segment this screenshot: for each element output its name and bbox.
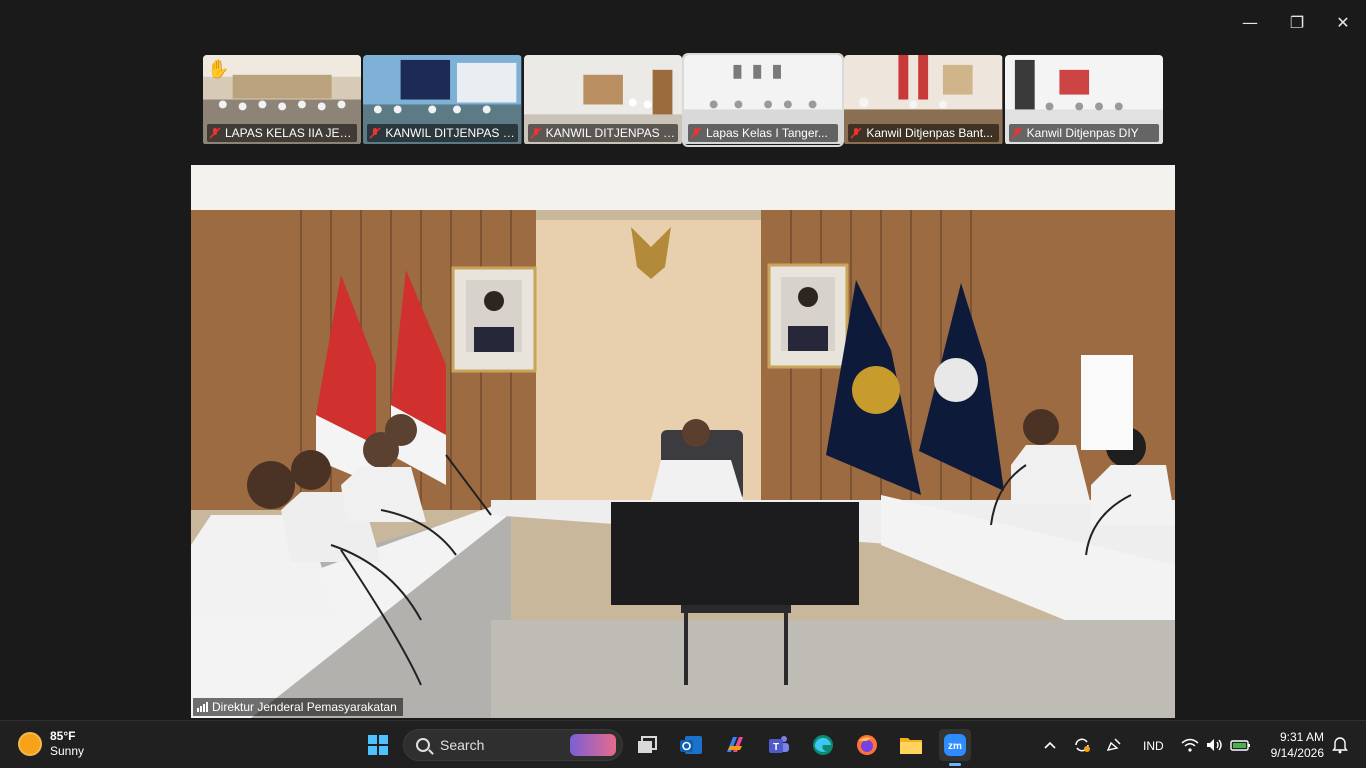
speaker-name-label: Direktur Jenderal Pemasyarakatan [193,698,403,716]
muted-mic-icon [850,127,862,139]
search-icon [416,738,430,752]
windows-start-icon[interactable] [362,729,394,761]
clock-time: 9:31 AM [1279,730,1324,744]
task-view-icon[interactable] [631,729,663,761]
restore-icon[interactable]: ❐ [1285,10,1309,34]
participant-tile[interactable]: ✋ LAPAS KELAS IIA JEM... [203,55,362,145]
svg-text:zm: zm [948,741,962,752]
zoom-meeting-window: — ❐ ✕ ✋ LAPAS KELAS IIA JEM... KANWIL DI… [0,0,1366,768]
participant-tile[interactable]: KANWIL DITJENPAS S... [363,55,522,145]
volume-icon[interactable] [1202,729,1226,761]
teams-icon[interactable]: T [763,729,795,761]
connection-signal-icon [197,702,208,712]
participant-tile[interactable]: KANWIL DITJENPAS L... [523,55,682,145]
participant-tile[interactable]: Lapas Kelas I Tanger... [681,53,845,147]
file-explorer-icon[interactable] [895,729,927,761]
speaker-name: Direktur Jenderal Pemasyarakatan [212,700,397,714]
weather-widget[interactable]: 85°F Sunny [20,729,84,759]
participant-tile[interactable]: Kanwil Ditjenpas DIY [1004,55,1163,145]
close-icon[interactable]: ✕ [1331,10,1355,34]
edge-icon[interactable] [807,729,839,761]
search-label: Search [440,737,485,753]
sunny-weather-icon [20,734,40,754]
participant-tile[interactable]: Kanwil Ditjenpas Bant... [844,55,1003,145]
raised-hand-icon: ✋ [207,59,230,79]
weather-condition: Sunny [50,744,85,758]
clock-date: 9/14/2026 [1270,746,1324,760]
participant-strip: ✋ LAPAS KELAS IIA JEM... KANWIL DITJENPA… [203,53,1163,147]
firefox-icon[interactable] [851,729,883,761]
search-highlight-icon [570,734,616,756]
muted-mic-icon [530,127,542,139]
sync-update-icon[interactable] [1070,729,1094,761]
outlook-icon[interactable] [675,729,707,761]
system-clock[interactable]: 9:31 AM 9/14/2026 [1262,729,1324,761]
svg-text:T: T [773,742,779,753]
muted-mic-icon [1011,127,1023,139]
minimize-icon[interactable]: — [1238,10,1262,34]
notification-bell-icon[interactable] [1330,729,1350,761]
participant-name: LAPAS KELAS IIA JEM... [207,124,358,142]
battery-charging-icon[interactable] [1228,729,1254,761]
windows-taskbar: 85°F Sunny Search T zm IND 9:31 AM 9/14/… [0,720,1366,768]
copilot-icon[interactable] [719,729,751,761]
meeting-room-scene [191,165,1175,718]
participant-name: Kanwil Ditjenpas Bant... [848,124,999,142]
muted-mic-icon [209,127,221,139]
pen-input-icon[interactable] [1102,729,1126,761]
zoom-icon[interactable]: zm [939,729,971,766]
taskbar-search-box[interactable]: Search [403,729,623,761]
active-speaker-video[interactable] [191,165,1175,718]
participant-name: Lapas Kelas I Tanger... [687,124,839,142]
wifi-icon[interactable] [1178,729,1202,761]
participant-name: KANWIL DITJENPAS L... [527,124,678,142]
chevron-up-icon[interactable] [1038,729,1062,761]
input-language-indicator[interactable]: IND [1143,739,1164,753]
weather-temperature: 85°F [50,729,76,743]
muted-mic-icon [369,127,381,139]
muted-mic-icon [690,127,702,139]
participant-name: Kanwil Ditjenpas DIY [1008,124,1159,142]
participant-name: KANWIL DITJENPAS S... [367,124,518,142]
